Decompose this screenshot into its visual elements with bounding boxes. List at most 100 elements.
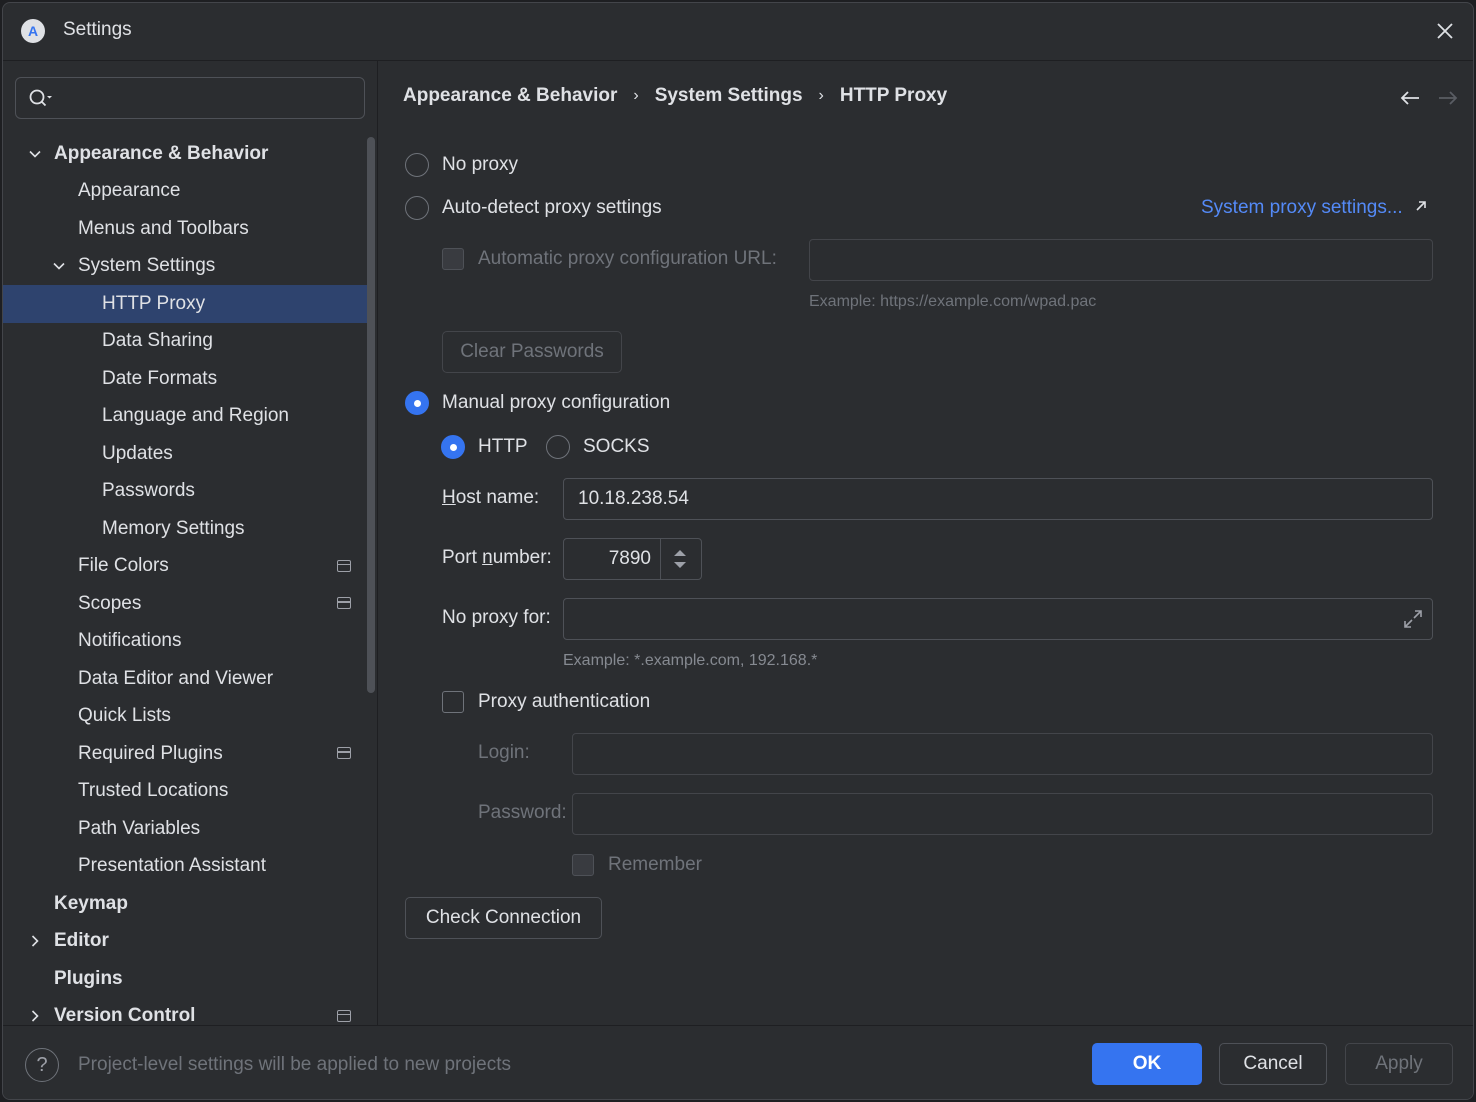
search-box[interactable] [15, 77, 365, 119]
tree-item-label: Keymap [54, 892, 128, 914]
host-name-field[interactable]: 10.18.238.54 [563, 478, 1433, 520]
tree-item-trusted-locations[interactable]: Trusted Locations [3, 773, 375, 811]
tree-item-updates[interactable]: Updates [3, 435, 375, 473]
tree-item-label: Appearance & Behavior [54, 142, 269, 164]
host-name-value: 10.18.238.54 [578, 488, 689, 509]
remember-checkbox[interactable] [572, 854, 594, 876]
tree-item-appearance[interactable]: Appearance [3, 173, 375, 211]
tree-item-presentation-assistant[interactable]: Presentation Assistant [3, 848, 375, 886]
port-number-mnemonic: n [482, 547, 493, 568]
tree-item-label: HTTP Proxy [102, 292, 206, 314]
clear-passwords-button[interactable]: Clear Passwords [442, 331, 622, 373]
sidebar-scrollbar[interactable] [367, 137, 375, 693]
tree-item-label: Version Control [54, 1005, 196, 1027]
socks-radio[interactable] [546, 435, 570, 459]
external-link-icon [1416, 201, 1426, 211]
http-proxy-panel: Appearance & Behavior › System Settings … [379, 61, 1473, 1025]
http-radio[interactable] [441, 435, 465, 459]
tree-item-label: Menus and Toolbars [78, 217, 249, 239]
breadcrumb-item[interactable]: Appearance & Behavior [403, 85, 617, 107]
chevron-right-icon [31, 1010, 39, 1022]
title-bar: A Settings [3, 3, 1473, 61]
proxy-authentication-checkbox[interactable] [442, 691, 464, 713]
tree-item-label: Presentation Assistant [78, 855, 266, 877]
tree-item-menus-toolbars[interactable]: Menus and Toolbars [3, 210, 375, 248]
project-level-icon [337, 559, 351, 572]
tree-item-label: Editor [54, 930, 109, 952]
no-proxy-for-label: No proxy for: [442, 607, 551, 628]
login-field[interactable] [572, 733, 1433, 775]
no-proxy-for-field[interactable] [563, 598, 1433, 640]
tree-item-label: Passwords [102, 480, 195, 502]
breadcrumb-separator: › [633, 87, 639, 104]
tree-item-keymap[interactable]: Keymap [3, 885, 375, 923]
tree-item-label: Data Sharing [102, 330, 213, 352]
settings-window: A Settings Appearance & Behavior Appeara… [2, 2, 1474, 1100]
dialog-footer: ? Project-level settings will be applied… [3, 1025, 1473, 1099]
tree-item-language-region[interactable]: Language and Region [3, 398, 375, 436]
auto-config-url-checkbox[interactable] [442, 248, 464, 270]
tree-item-data-sharing[interactable]: Data Sharing [3, 323, 375, 361]
host-name-mnemonic: H [442, 487, 456, 508]
help-icon[interactable]: ? [25, 1048, 59, 1082]
tree-item-editor[interactable]: Editor [3, 923, 375, 961]
tree-item-label: Trusted Locations [78, 780, 229, 802]
close-button[interactable] [1429, 15, 1461, 47]
no-proxy-label: No proxy [442, 154, 519, 175]
tree-item-data-editor-viewer[interactable]: Data Editor and Viewer [3, 660, 375, 698]
forward-arrow-icon[interactable] [1437, 89, 1459, 107]
tree-item-label: Memory Settings [102, 517, 245, 539]
expand-icon[interactable] [1402, 608, 1424, 630]
no-proxy-radio[interactable] [405, 153, 429, 177]
app-logo-icon: A [21, 19, 45, 43]
back-arrow-icon[interactable] [1399, 89, 1421, 107]
project-level-icon [337, 747, 351, 759]
tree-item-label: Notifications [78, 630, 182, 652]
port-label-prefix: Port [442, 547, 483, 568]
tree-item-appearance-behavior[interactable]: Appearance & Behavior [3, 135, 375, 173]
tree-item-system-settings[interactable]: System Settings [3, 248, 375, 286]
chevron-down-icon [29, 150, 41, 158]
system-proxy-settings-link-text: System proxy settings... [1201, 197, 1403, 218]
stepper-divider [660, 539, 661, 579]
manual-proxy-radio[interactable] [405, 391, 429, 415]
chevron-right-icon [31, 935, 39, 947]
ok-button[interactable]: OK [1092, 1043, 1202, 1085]
socks-label: SOCKS [583, 436, 650, 457]
tree-item-http-proxy[interactable]: HTTP Proxy [3, 285, 375, 323]
check-connection-button[interactable]: Check Connection [405, 897, 602, 939]
settings-sidebar: Appearance & Behavior Appearance Menus a… [3, 61, 378, 1027]
tree-item-label: Updates [102, 442, 173, 464]
history-navigation [1399, 89, 1459, 107]
system-proxy-settings-link[interactable]: System proxy settings... [1201, 197, 1428, 219]
window-title: Settings [63, 19, 132, 40]
cancel-button[interactable]: Cancel [1219, 1043, 1327, 1085]
tree-item-plugins[interactable]: Plugins [3, 960, 375, 998]
login-label: Login: [478, 742, 530, 763]
tree-item-required-plugins[interactable]: Required Plugins [3, 735, 375, 773]
stepper-arrows-icon[interactable] [672, 548, 688, 570]
apply-button[interactable]: Apply [1345, 1043, 1453, 1085]
tree-item-notifications[interactable]: Notifications [3, 623, 375, 661]
tree-item-memory-settings[interactable]: Memory Settings [3, 510, 375, 548]
tree-item-label: Language and Region [102, 405, 290, 427]
port-label-rest: umber: [492, 547, 552, 568]
manual-proxy-label: Manual proxy configuration [442, 392, 671, 413]
tree-item-quick-lists[interactable]: Quick Lists [3, 698, 375, 736]
auto-detect-radio[interactable] [405, 196, 429, 220]
tree-item-scopes[interactable]: Scopes [3, 585, 375, 623]
tree-item-passwords[interactable]: Passwords [3, 473, 375, 511]
port-number-stepper[interactable]: 7890 [563, 538, 702, 580]
search-input[interactable] [62, 84, 352, 112]
breadcrumb-item[interactable]: System Settings [655, 85, 803, 107]
tree-item-date-formats[interactable]: Date Formats [3, 360, 375, 398]
tree-item-file-colors[interactable]: File Colors [3, 548, 375, 586]
auto-config-url-field[interactable] [809, 239, 1433, 281]
proxy-authentication-label: Proxy authentication [478, 691, 651, 712]
password-field[interactable] [572, 793, 1433, 835]
password-label: Password: [478, 802, 567, 823]
search-icon [29, 89, 52, 107]
tree-item-path-variables[interactable]: Path Variables [3, 810, 375, 848]
remember-label: Remember [608, 854, 702, 875]
no-proxy-example: Example: *.example.com, 192.168.* [563, 652, 818, 669]
